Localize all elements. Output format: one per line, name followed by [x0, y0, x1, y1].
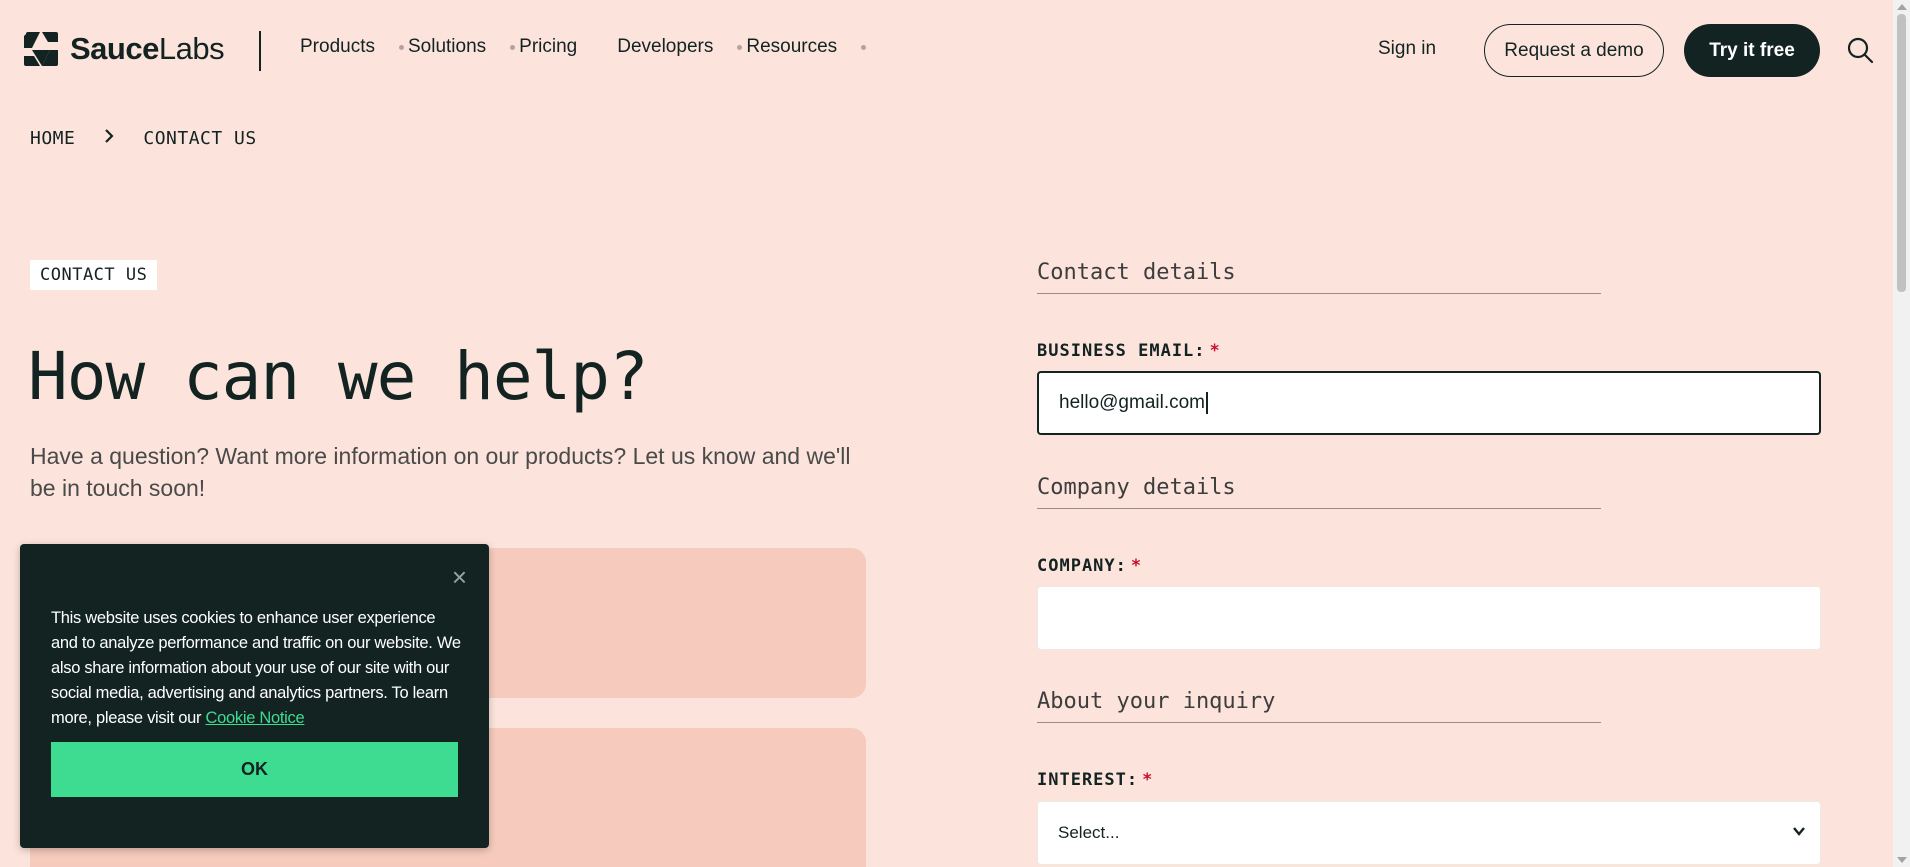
breadcrumb-home[interactable]: HOME — [30, 128, 75, 149]
nav-dot-icon — [737, 44, 743, 50]
main-nav: Products Solutions Pricing Developers Re… — [300, 36, 870, 58]
nav-dot-icon — [398, 44, 404, 50]
interest-label-text: INTEREST: — [1037, 770, 1139, 790]
saucelabs-logo[interactable]: SauceLabs — [20, 28, 225, 70]
request-demo-button[interactable]: Request a demo — [1484, 24, 1664, 77]
email-label: BUSINESS EMAIL: * — [1037, 341, 1221, 361]
interest-select[interactable]: Select... — [1037, 801, 1821, 865]
breadcrumb-current: CONTACT US — [143, 128, 257, 149]
search-icon[interactable] — [1846, 36, 1874, 64]
nav-solutions[interactable]: Solutions — [408, 36, 486, 58]
required-mark: * — [1209, 341, 1221, 361]
required-mark: * — [1142, 770, 1154, 790]
sign-in-link[interactable]: Sign in — [1378, 38, 1436, 60]
cookie-notice-link[interactable]: Cookie Notice — [206, 709, 305, 727]
cookie-ok-button[interactable]: OK — [51, 742, 458, 797]
cookie-banner: × This website uses cookies to enhance u… — [20, 544, 489, 848]
cookie-text: This website uses cookies to enhance use… — [51, 606, 466, 731]
company-label: COMPANY: * — [1037, 556, 1142, 576]
chevron-down-icon — [1793, 827, 1805, 836]
nav-pricing[interactable]: Pricing — [519, 36, 577, 58]
interest-label: INTEREST: * — [1037, 770, 1153, 790]
nav-products[interactable]: Products — [300, 36, 375, 58]
breadcrumb: HOME CONTACT US — [30, 128, 257, 149]
interest-value: Select... — [1058, 823, 1120, 842]
inquiry-heading: About your inquiry — [1037, 689, 1601, 723]
nav-dot-icon — [861, 44, 867, 50]
page-subtitle: Have a question? Want more information o… — [30, 443, 851, 501]
nav-developers[interactable]: Developers — [617, 36, 713, 58]
close-icon[interactable]: × — [452, 564, 467, 590]
logo-wordmark: SauceLabs — [70, 31, 225, 66]
email-label-text: BUSINESS EMAIL: — [1037, 341, 1206, 361]
saucelabs-logo-icon — [24, 32, 58, 66]
email-value: hello@gmail.com — [1059, 392, 1206, 413]
chevron-right-icon — [103, 128, 115, 149]
logo-divider — [259, 31, 261, 71]
company-details-heading: Company details — [1037, 475, 1601, 509]
scrollbar-thumb[interactable] — [1897, 14, 1906, 292]
company-label-text: COMPANY: — [1037, 556, 1127, 576]
scroll-down-arrow-icon[interactable] — [1897, 857, 1907, 863]
nav-dot-icon — [510, 44, 516, 50]
page-title: How can we help? — [28, 338, 649, 415]
scroll-up-arrow-icon[interactable] — [1897, 4, 1907, 10]
contact-details-heading: Contact details — [1037, 260, 1601, 294]
nav-resources[interactable]: Resources — [746, 36, 837, 58]
email-field[interactable]: hello@gmail.com — [1037, 371, 1821, 435]
text-caret — [1206, 392, 1208, 414]
try-free-button[interactable]: Try it free — [1684, 24, 1820, 77]
section-tag: CONTACT US — [30, 260, 158, 290]
required-mark: * — [1130, 556, 1143, 576]
site-header: SauceLabs Products Solutions Pricing Dev… — [0, 0, 1893, 100]
page-scrollbar[interactable] — [1893, 0, 1910, 867]
company-field[interactable] — [1037, 586, 1821, 650]
